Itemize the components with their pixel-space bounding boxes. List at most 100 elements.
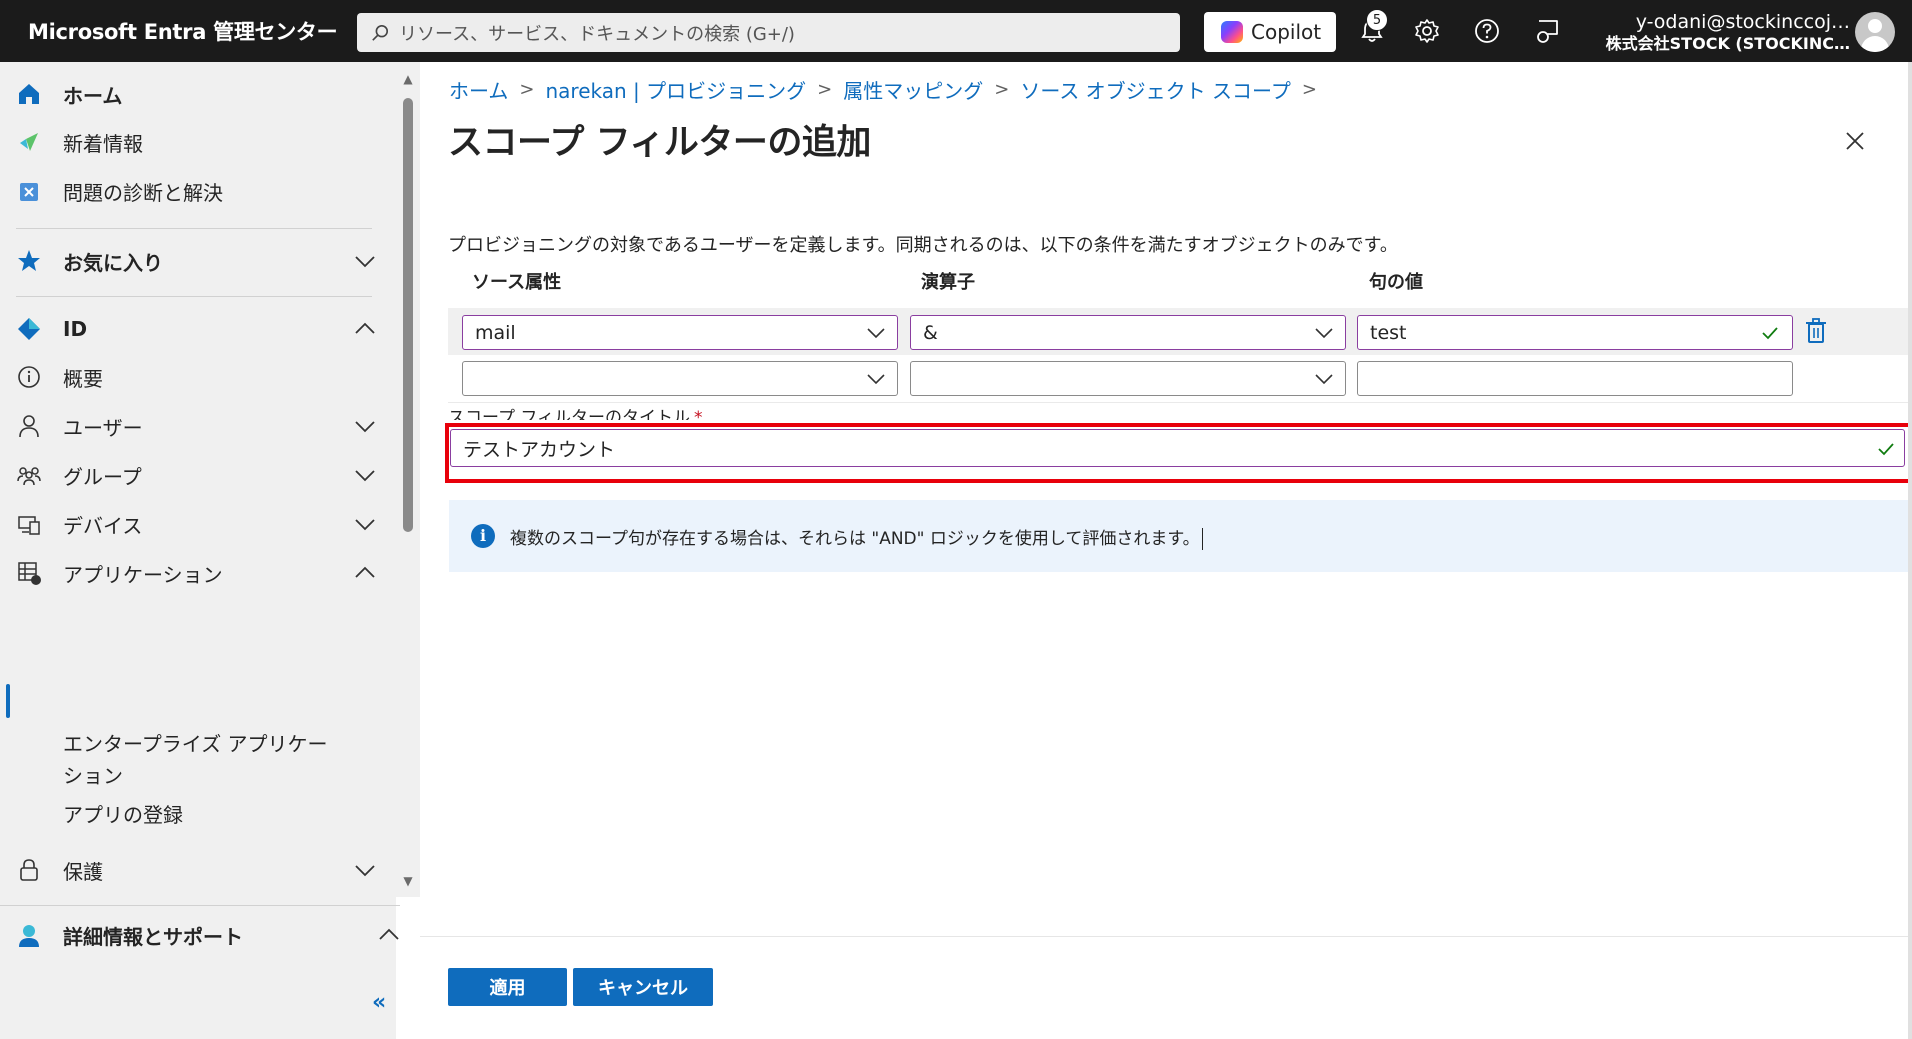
notification-badge: 5 xyxy=(1366,9,1388,31)
sidebar-item-learn-support[interactable]: 詳細情報とサポート xyxy=(0,912,420,958)
chevron-down-icon xyxy=(352,248,378,274)
sidebar-item-label: 詳細情報とサポート xyxy=(63,924,243,949)
more-options-button[interactable]: … xyxy=(838,122,860,146)
info-icon: i xyxy=(471,524,495,548)
top-bar: Microsoft Entra 管理センター リソース、サービス、ドキュメントの… xyxy=(0,0,1912,62)
info-icon xyxy=(16,364,42,390)
devices-icon xyxy=(16,511,42,537)
collapse-sidebar-button[interactable]: « xyxy=(372,990,386,1015)
main-panel: ホーム > narekan | プロビジョニング > 属性マッピング > ソース… xyxy=(420,62,1912,1039)
search-placeholder: リソース、サービス、ドキュメントの検索 (G+/) xyxy=(399,23,795,45)
breadcrumb-attribute-mapping[interactable]: 属性マッピング xyxy=(843,75,983,104)
sidebar-item-label: お気に入り xyxy=(63,250,163,275)
sidebar-item-identity[interactable]: ID xyxy=(0,306,396,352)
group-icon xyxy=(16,462,42,488)
sidebar-item-overview[interactable]: 概要 xyxy=(0,354,396,400)
feedback-button[interactable] xyxy=(1532,16,1562,46)
scrollbar-thumb[interactable] xyxy=(403,98,413,532)
sidebar-item-label: ID xyxy=(63,317,88,341)
avatar[interactable] xyxy=(1855,12,1895,52)
clause-value-input[interactable]: test xyxy=(1357,315,1793,350)
app-title[interactable]: Microsoft Entra 管理センター xyxy=(28,16,348,46)
home-icon xyxy=(16,81,42,107)
info-banner: i 複数のスコープ句が存在する場合は、それらは "AND" ロジックを使用して評… xyxy=(449,500,1910,572)
delete-icon[interactable] xyxy=(1804,317,1828,345)
copilot-icon xyxy=(1221,21,1243,43)
sidebar-item-diagnose[interactable]: 問題の診断と解決 xyxy=(0,168,396,214)
scroll-down-icon[interactable]: ▼ xyxy=(400,874,416,890)
account-menu[interactable]: y-odani@stockinccoj… 株式会社STOCK (STOCKINC… xyxy=(1600,10,1850,54)
sidebar-item-home[interactable]: ホーム xyxy=(0,71,396,117)
cancel-button[interactable]: キャンセル xyxy=(573,968,713,1006)
checkmark-icon xyxy=(1762,327,1778,340)
star-icon xyxy=(16,248,42,274)
sidebar-item-label: ユーザー xyxy=(63,415,143,440)
chevron-up-icon xyxy=(376,922,402,948)
chevron-down-icon xyxy=(867,328,885,339)
chevron-right-icon: > xyxy=(994,79,1010,100)
divider xyxy=(448,402,1910,403)
whats-new-icon xyxy=(16,129,42,155)
help-button[interactable] xyxy=(1472,16,1502,46)
sidebar-item-label: グループ xyxy=(63,464,142,489)
active-indicator xyxy=(6,684,10,718)
required-marker: * xyxy=(694,408,703,420)
source-attribute-dropdown[interactable] xyxy=(462,361,898,396)
sidebar: ホーム 新着情報 問題の診断と解決 お気に入り ID 概要 ユーザー グループ … xyxy=(0,62,400,1039)
sidebar-item-enterprise-apps[interactable]: エンタープライズ アプリケーション xyxy=(63,728,343,792)
scope-filter-title-label: スコープ フィルターのタイトル * xyxy=(448,406,703,420)
operator-dropdown[interactable]: & xyxy=(910,315,1346,350)
description-text: プロビジョニングの対象であるユーザーを定義します。同期されるのは、以下の条件を満… xyxy=(448,235,1398,256)
sidebar-item-favorites[interactable]: お気に入り xyxy=(0,238,396,284)
source-attribute-value: mail xyxy=(475,321,516,344)
sidebar-item-groups[interactable]: グループ xyxy=(0,452,396,498)
sidebar-item-label: 保護 xyxy=(63,859,103,884)
diagnose-icon xyxy=(16,178,42,204)
sidebar-item-label: ホーム xyxy=(63,83,123,108)
close-icon[interactable] xyxy=(1840,126,1870,156)
chevron-down-icon xyxy=(1315,328,1333,339)
divider xyxy=(16,296,372,297)
operator-dropdown[interactable] xyxy=(910,361,1346,396)
sidebar-item-protection[interactable]: 保護 xyxy=(0,847,396,893)
sidebar-item-whats-new[interactable]: 新着情報 xyxy=(0,119,396,165)
breadcrumb-home[interactable]: ホーム xyxy=(449,75,508,104)
sidebar-item-app-registrations[interactable]: アプリの登録 xyxy=(63,799,343,831)
sidebar-item-label: 問題の診断と解決 xyxy=(63,180,223,205)
sidebar-item-label: デバイス xyxy=(63,513,143,538)
chevron-right-icon: > xyxy=(817,79,833,100)
apply-button[interactable]: 適用 xyxy=(448,968,567,1006)
scroll-up-icon[interactable]: ▲ xyxy=(400,72,416,88)
breadcrumb-source-scope[interactable]: ソース オブジェクト スコープ xyxy=(1020,75,1291,104)
sidebar-item-applications[interactable]: アプリケーション xyxy=(0,550,396,596)
clause-value-input[interactable] xyxy=(1357,361,1793,396)
sidebar-item-users[interactable]: ユーザー xyxy=(0,403,396,449)
identity-icon xyxy=(16,316,42,342)
search-input[interactable]: リソース、サービス、ドキュメントの検索 (G+/) xyxy=(357,13,1180,52)
copilot-button[interactable]: Copilot xyxy=(1204,12,1336,52)
person-icon xyxy=(16,413,42,439)
chevron-down-icon xyxy=(867,374,885,385)
settings-button[interactable] xyxy=(1412,16,1442,46)
lock-icon xyxy=(16,857,42,883)
chevron-right-icon: > xyxy=(1301,79,1317,100)
support-icon xyxy=(16,922,42,948)
page-title: スコープ フィルターの追加 xyxy=(448,123,871,163)
feedback-icon xyxy=(1537,20,1558,43)
operator-value: & xyxy=(923,321,938,344)
sidebar-item-label: 新着情報 xyxy=(63,131,143,156)
info-text: 複数のスコープ句が存在する場合は、それらは "AND" ロジックを使用して評価さ… xyxy=(510,524,1203,550)
help-icon xyxy=(1475,19,1499,43)
user-email: y-odani@stockinccoj… xyxy=(1635,11,1850,33)
sidebar-item-label: アプリケーション xyxy=(63,562,223,587)
breadcrumb: ホーム > narekan | プロビジョニング > 属性マッピング > ソース… xyxy=(449,75,1328,104)
sidebar-item-devices[interactable]: デバイス xyxy=(0,501,396,547)
gear-icon xyxy=(1415,19,1439,43)
chevron-right-icon: > xyxy=(519,79,535,100)
divider xyxy=(16,228,372,229)
divider xyxy=(0,905,400,906)
breadcrumb-provisioning[interactable]: narekan | プロビジョニング xyxy=(546,75,807,104)
divider xyxy=(420,936,1912,937)
source-attribute-dropdown[interactable]: mail xyxy=(462,315,898,350)
column-header-source: ソース属性 xyxy=(472,272,562,293)
